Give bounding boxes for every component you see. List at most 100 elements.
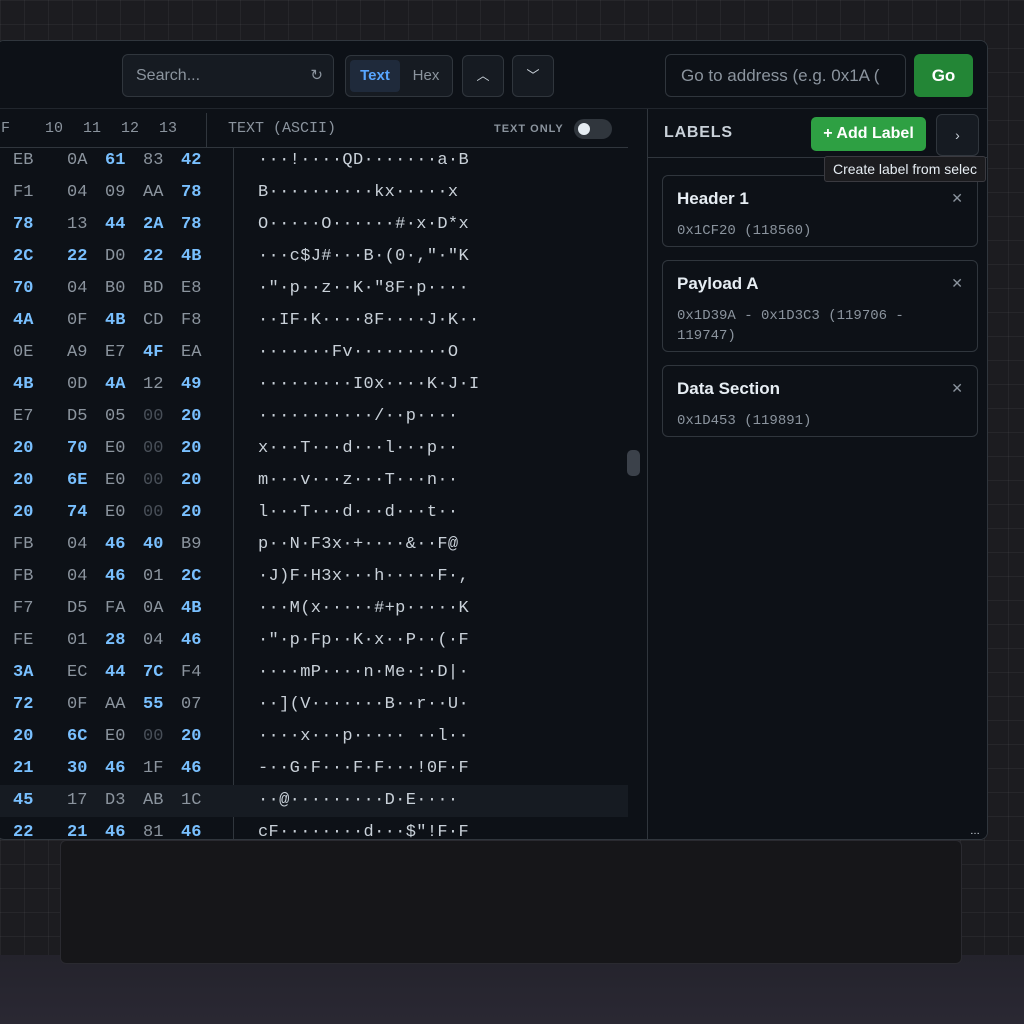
- hex-row[interactable]: 45 17 D3 AB 1C ··@·········D·E····: [0, 785, 628, 817]
- hex-byte[interactable]: 28: [105, 625, 125, 657]
- hex-byte[interactable]: FE: [13, 625, 33, 657]
- hex-byte[interactable]: 61: [105, 145, 125, 177]
- ascii-text[interactable]: x···T···d···l···p··: [258, 433, 458, 465]
- ascii-text[interactable]: l···T···d···d···t··: [258, 497, 458, 529]
- hex-byte[interactable]: 45: [13, 785, 33, 817]
- hex-byte[interactable]: 55: [143, 689, 163, 721]
- hex-byte[interactable]: 30: [67, 753, 87, 785]
- hex-byte[interactable]: 44: [105, 209, 125, 241]
- hex-row[interactable]: 2C 22 D0 22 4B ···c$J#···B·(0·,"·"K: [0, 241, 628, 273]
- hex-row[interactable]: 72 0F AA 55 07 ··](V·······B··r··U·: [0, 689, 628, 721]
- text-only-toggle[interactable]: [574, 119, 612, 139]
- hex-byte[interactable]: 00: [143, 721, 163, 753]
- hex-byte[interactable]: E7: [13, 401, 33, 433]
- hex-byte[interactable]: 78: [181, 209, 201, 241]
- hex-row[interactable]: 20 70 E0 00 20 x···T···d···l···p··: [0, 433, 628, 465]
- hex-byte[interactable]: 7C: [143, 657, 163, 689]
- hex-byte[interactable]: F4: [181, 657, 201, 689]
- label-card[interactable]: Header 1 0x1CF20 (118560) ✕: [662, 175, 978, 247]
- hex-byte[interactable]: AA: [143, 177, 163, 209]
- hex-row[interactable]: F7 D5 FA 0A 4B ···M(x·····#+p·····K: [0, 593, 628, 625]
- hex-byte[interactable]: B0: [105, 273, 125, 305]
- hex-byte[interactable]: 17: [67, 785, 87, 817]
- hex-byte[interactable]: E0: [105, 465, 125, 497]
- hex-byte[interactable]: 46: [105, 817, 125, 839]
- hex-byte[interactable]: 20: [181, 721, 201, 753]
- hex-row[interactable]: 20 6C E0 00 20 ····x···p····· ··l··: [0, 721, 628, 753]
- hex-byte[interactable]: BD: [143, 273, 163, 305]
- hex-row[interactable]: 21 30 46 1F 46 -··G·F···F·F···!0F·F: [0, 753, 628, 785]
- hex-byte[interactable]: D0: [105, 241, 125, 273]
- hex-byte[interactable]: 4B: [181, 241, 201, 273]
- hex-row[interactable]: F1 04 09 AA 78 B··········kx·····x: [0, 177, 628, 209]
- hex-byte[interactable]: 04: [67, 561, 87, 593]
- hex-byte[interactable]: AA: [105, 689, 125, 721]
- hex-byte[interactable]: 0F: [67, 689, 87, 721]
- go-button[interactable]: Go: [914, 54, 973, 97]
- hex-byte[interactable]: E8: [181, 273, 201, 305]
- hex-byte[interactable]: 4B: [105, 305, 125, 337]
- hex-byte[interactable]: 6C: [67, 721, 87, 753]
- hex-row[interactable]: FB 04 46 40 B9 p··N·F3x·+····&··F@: [0, 529, 628, 561]
- hex-byte[interactable]: 6E: [67, 465, 87, 497]
- hex-byte[interactable]: 46: [181, 817, 201, 839]
- hex-row[interactable]: 70 04 B0 BD E8 ·"·p··z··K·"8F·p····: [0, 273, 628, 305]
- hex-byte[interactable]: 00: [143, 465, 163, 497]
- add-label-button[interactable]: + Add Label: [811, 117, 926, 151]
- hex-row[interactable]: FB 04 46 01 2C ·J)F·H3x···h·····F·,: [0, 561, 628, 593]
- ascii-text[interactable]: ···c$J#···B·(0·,"·"K: [258, 241, 469, 273]
- hex-byte[interactable]: 1C: [181, 785, 201, 817]
- resize-grip-icon[interactable]: …: [970, 826, 980, 837]
- hex-byte[interactable]: 2C: [13, 241, 33, 273]
- hex-byte[interactable]: 05: [105, 401, 125, 433]
- hex-byte[interactable]: 3A: [13, 657, 33, 689]
- hex-byte[interactable]: F1: [13, 177, 33, 209]
- hex-byte[interactable]: 01: [143, 561, 163, 593]
- hex-byte[interactable]: 2C: [181, 561, 201, 593]
- hex-byte[interactable]: F8: [181, 305, 201, 337]
- hex-byte[interactable]: FA: [105, 593, 125, 625]
- hex-byte[interactable]: E0: [105, 721, 125, 753]
- close-icon[interactable]: ✕: [951, 275, 963, 292]
- hex-byte[interactable]: 81: [143, 817, 163, 839]
- hex-byte[interactable]: 49: [181, 369, 201, 401]
- ascii-text[interactable]: ·······Fv·········O: [258, 337, 458, 369]
- hex-byte[interactable]: 22: [143, 241, 163, 273]
- hex-byte[interactable]: 74: [67, 497, 87, 529]
- hex-byte[interactable]: 70: [13, 273, 33, 305]
- hex-byte[interactable]: 21: [13, 753, 33, 785]
- hex-byte[interactable]: 72: [13, 689, 33, 721]
- hex-byte[interactable]: 0E: [13, 337, 33, 369]
- hex-row[interactable]: 4B 0D 4A 12 49 ·········I0x····K·J·I: [0, 369, 628, 401]
- previous-match-button[interactable]: ︿: [462, 55, 504, 97]
- hex-row[interactable]: 20 6E E0 00 20 m···v···z···T···n··: [0, 465, 628, 497]
- hex-byte[interactable]: 40: [143, 529, 163, 561]
- hex-byte[interactable]: 0A: [143, 593, 163, 625]
- hex-byte[interactable]: 70: [67, 433, 87, 465]
- hex-byte[interactable]: D3: [105, 785, 125, 817]
- collapse-panel-button[interactable]: ›: [936, 114, 979, 156]
- hex-byte[interactable]: FB: [13, 561, 33, 593]
- hex-row[interactable]: 0E A9 E7 4F EA ·······Fv·········O: [0, 337, 628, 369]
- ascii-text[interactable]: ····x···p····· ··l··: [258, 721, 469, 753]
- hex-byte[interactable]: 46: [105, 529, 125, 561]
- label-card[interactable]: Data Section 0x1D453 (119891) ✕: [662, 365, 978, 437]
- hex-byte[interactable]: E7: [105, 337, 125, 369]
- hex-byte[interactable]: EC: [67, 657, 87, 689]
- search-input[interactable]: Search... ↻: [122, 54, 334, 97]
- hex-byte[interactable]: 46: [105, 561, 125, 593]
- hex-byte[interactable]: 13: [67, 209, 87, 241]
- mode-text-button[interactable]: Text: [350, 60, 400, 92]
- hex-byte[interactable]: 1F: [143, 753, 163, 785]
- hex-byte[interactable]: 20: [181, 433, 201, 465]
- hex-row[interactable]: E7 D5 05 00 20 ···········/··p····: [0, 401, 628, 433]
- ascii-text[interactable]: O·····O······#·x·D*x: [258, 209, 469, 241]
- hex-byte[interactable]: 4B: [13, 369, 33, 401]
- hex-byte[interactable]: E0: [105, 433, 125, 465]
- hex-byte[interactable]: 00: [143, 433, 163, 465]
- scrollbar-thumb[interactable]: [627, 450, 640, 476]
- ascii-text[interactable]: ··](V·······B··r··U·: [258, 689, 469, 721]
- hex-byte[interactable]: 00: [143, 401, 163, 433]
- hex-byte[interactable]: 20: [13, 721, 33, 753]
- ascii-text[interactable]: -··G·F···F·F···!0F·F: [258, 753, 469, 785]
